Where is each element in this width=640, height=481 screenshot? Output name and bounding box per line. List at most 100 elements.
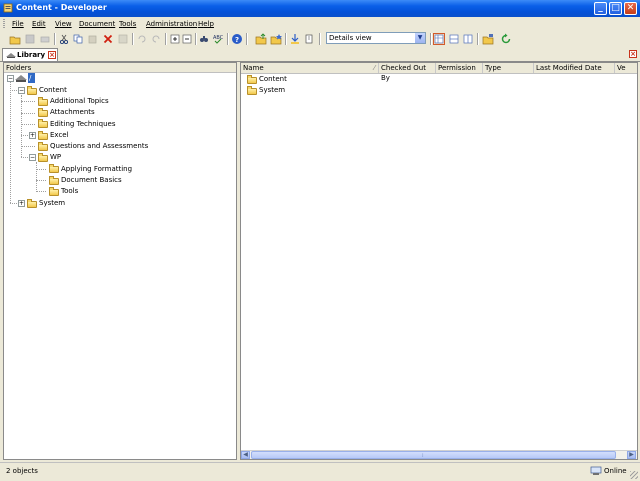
tree-item-document-basics[interactable]: Document Basics — [61, 175, 122, 185]
split-horizontal-icon[interactable] — [448, 33, 460, 45]
tree-item-attachments[interactable]: Attachments — [50, 107, 95, 117]
view-select[interactable]: Details view ▼ — [326, 32, 426, 44]
up-folder-icon[interactable] — [255, 33, 267, 45]
tree-item-system[interactable]: System — [39, 198, 65, 208]
redo-icon — [150, 33, 162, 45]
folder-icon — [38, 153, 48, 162]
resize-grip[interactable] — [630, 471, 638, 479]
toolbar-separator — [246, 33, 248, 45]
folder-settings-icon[interactable] — [482, 33, 494, 45]
menu-document[interactable]: Document — [79, 20, 115, 28]
help-icon[interactable]: ? — [231, 33, 243, 45]
copy-icon[interactable] — [72, 33, 84, 45]
tab-library[interactable]: Library × — [2, 48, 58, 61]
close-button[interactable]: ✕ — [624, 2, 637, 15]
tree-expander-root[interactable]: − — [7, 75, 14, 82]
details-panel — [240, 62, 638, 460]
folder-icon — [38, 97, 48, 106]
online-status: Online — [604, 467, 627, 475]
scroll-thumb[interactable]: ⁞ — [251, 451, 616, 459]
undo-icon — [136, 33, 148, 45]
column-header-last-modified[interactable]: Last Modified Date — [534, 63, 615, 73]
tree-item-excel[interactable]: Excel — [50, 130, 69, 140]
folder-icon — [38, 119, 48, 128]
properties-icon — [117, 33, 129, 45]
menu-file[interactable]: File — [12, 20, 24, 28]
menu-grip — [3, 19, 5, 29]
toolbar-separator — [430, 33, 432, 45]
tree-expander-content[interactable]: − — [18, 87, 25, 94]
cut-icon[interactable] — [58, 33, 70, 45]
expand-icon[interactable] — [169, 33, 181, 45]
details-view-icon[interactable] — [433, 33, 445, 45]
tree-item-additional-topics[interactable]: Additional Topics — [50, 96, 109, 106]
folder-icon — [49, 187, 59, 196]
chevron-down-icon[interactable]: ▼ — [415, 33, 425, 43]
tree-item-root[interactable]: / — [28, 73, 35, 83]
folder-icon — [27, 86, 37, 95]
tree-guide — [21, 95, 22, 157]
minimize-button[interactable]: _ — [594, 2, 607, 15]
folder-icon — [38, 142, 48, 151]
delete-icon[interactable] — [102, 33, 114, 45]
column-header-type[interactable]: Type — [483, 63, 534, 73]
close-tab-icon[interactable]: × — [48, 51, 56, 59]
close-all-tabs-icon[interactable]: × — [629, 50, 637, 58]
library-root-icon — [15, 75, 27, 82]
maximize-button[interactable]: □ — [609, 2, 622, 15]
tree-expander-wp[interactable]: − — [29, 154, 36, 161]
menu-edit[interactable]: Edit — [32, 20, 46, 28]
list-item[interactable]: Content — [259, 74, 287, 84]
object-count: 2 objects — [6, 467, 38, 475]
tab-strip: Library × × — [0, 47, 640, 62]
list-item[interactable]: System — [259, 85, 285, 95]
toolbar-separator — [54, 33, 56, 45]
scroll-left-icon[interactable]: ◀ — [241, 451, 250, 459]
tree-item-content[interactable]: Content — [39, 85, 67, 95]
tree-item-editing-techniques[interactable]: Editing Techniques — [50, 119, 116, 129]
column-header-version[interactable]: Ve — [615, 63, 637, 73]
tree-item-applying-formatting[interactable]: Applying Formatting — [61, 164, 132, 174]
refresh-icon[interactable] — [500, 33, 512, 45]
folder-icon — [49, 164, 59, 173]
sort-icon: ⁄ — [373, 64, 375, 72]
split-vertical-icon[interactable] — [462, 33, 474, 45]
menu-administration[interactable]: Administration — [146, 20, 197, 28]
menu-help[interactable]: Help — [198, 20, 214, 28]
new-folder-icon[interactable] — [270, 33, 282, 45]
tree-guide — [21, 124, 35, 125]
title-bar[interactable]: Content - Developer _ □ ✕ — [0, 0, 640, 17]
toolbar-separator — [477, 33, 479, 45]
check-in-icon[interactable] — [303, 33, 315, 45]
column-header-name[interactable]: Name ⁄ — [241, 63, 379, 73]
menu-view[interactable]: View — [55, 20, 72, 28]
folder-icon — [247, 75, 257, 84]
tree-guide — [36, 169, 46, 170]
toolbar-separator — [319, 33, 321, 45]
check-out-icon[interactable] — [289, 33, 301, 45]
spellcheck-icon[interactable]: ABC — [212, 33, 224, 45]
column-header-checked-out-by[interactable]: Checked Out By — [379, 63, 436, 82]
menu-bar: File Edit View Document Tools Administra… — [0, 17, 640, 31]
folder-icon — [38, 108, 48, 117]
tree-guide — [36, 191, 46, 192]
save-icon — [24, 33, 36, 45]
toolbar-separator — [227, 33, 229, 45]
tree-item-wp[interactable]: WP — [50, 152, 61, 162]
menu-tools[interactable]: Tools — [119, 20, 136, 28]
horizontal-scrollbar[interactable]: ◀ ⁞ ▶ — [241, 450, 637, 459]
collapse-icon[interactable] — [181, 33, 193, 45]
open-folder-icon[interactable] — [9, 33, 21, 45]
tree-guide — [10, 82, 11, 203]
find-icon[interactable] — [198, 33, 210, 45]
tree-item-tools[interactable]: Tools — [61, 186, 78, 196]
tree-expander-system[interactable]: + — [18, 200, 25, 207]
tree-expander-excel[interactable]: + — [29, 132, 36, 139]
print-icon — [39, 33, 51, 45]
tree-item-questions[interactable]: Questions and Assessments — [50, 141, 148, 151]
folders-header: Folders — [4, 63, 236, 73]
tree-guide — [36, 162, 37, 192]
scroll-right-icon[interactable]: ▶ — [627, 451, 636, 459]
column-header-permission[interactable]: Permission — [436, 63, 483, 73]
tree-guide — [21, 157, 28, 158]
